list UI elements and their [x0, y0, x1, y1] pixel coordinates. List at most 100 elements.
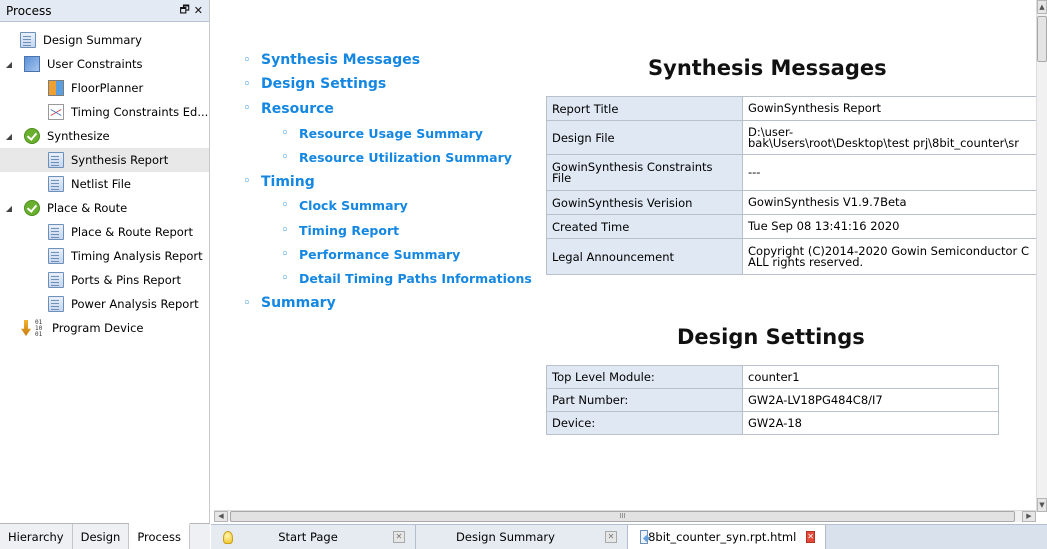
close-tab-icon[interactable]: ✕: [806, 531, 815, 543]
tree-item-label: Power Analysis Report: [71, 297, 199, 311]
report-icon: [48, 152, 64, 168]
tree-item-program-device[interactable]: 01 10 01 Program Device: [0, 316, 209, 340]
table-row: Design File D:\user- bak\Users\root\Desk…: [546, 120, 1036, 155]
table-value: GowinSynthesis Report: [742, 96, 1036, 121]
toc-link-summary[interactable]: Summary: [243, 291, 532, 315]
tree-item-label: Design Summary: [43, 33, 142, 47]
tree-item-power-analysis-report[interactable]: Power Analysis Report: [0, 292, 209, 316]
tree-item-synthesis-report[interactable]: Synthesis Report: [0, 148, 209, 172]
table-key: Top Level Module:: [546, 365, 743, 389]
left-panel-tabs: Hierarchy Design Process: [0, 523, 210, 549]
tab-label: Design Summary: [456, 530, 555, 544]
scroll-right-icon[interactable]: ▶: [1022, 511, 1036, 522]
toc-link-resource-usage-summary[interactable]: Resource Usage Summary: [243, 121, 532, 145]
document-icon: [20, 32, 36, 48]
synthesis-messages-heading: Synthesis Messages: [648, 56, 887, 80]
tree-item-label: Timing Constraints Ed...: [71, 105, 209, 119]
tree-item-design-summary[interactable]: Design Summary: [0, 28, 209, 52]
table-of-contents: Synthesis Messages Design Settings Resou…: [243, 48, 532, 315]
tree-item-netlist-file[interactable]: Netlist File: [0, 172, 209, 196]
tree-item-timing-analysis-report[interactable]: Timing Analysis Report: [0, 244, 209, 268]
tab-synthesis-report-html[interactable]: 8bit_counter_syn.rpt.html ✕: [628, 525, 826, 549]
html-file-icon: [640, 530, 649, 544]
horizontal-scroll-thumb[interactable]: III: [230, 511, 1015, 522]
table-row: Device: GW2A-18: [546, 411, 999, 435]
table-value: D:\user- bak\Users\root\Desktop\test prj…: [742, 120, 1036, 155]
design-settings-table: Top Level Module: counter1 Part Number: …: [546, 365, 999, 435]
table-value: Tue Sep 08 13:41:16 2020: [742, 214, 1036, 239]
float-panel-icon[interactable]: 🗗: [179, 1, 189, 20]
check-icon: [24, 200, 40, 216]
horizontal-scrollbar[interactable]: ◀ III ▶: [214, 510, 1036, 522]
tree-item-label: User Constraints: [47, 57, 143, 71]
toc-link-clock-summary[interactable]: Clock Summary: [243, 194, 532, 218]
tab-start-page[interactable]: Start Page ✕: [211, 525, 416, 549]
table-row: Part Number: GW2A-LV18PG484C8/I7: [546, 388, 999, 412]
table-key: GowinSynthesis Verision: [546, 190, 743, 215]
tree-item-floorplanner[interactable]: FloorPlanner: [0, 76, 209, 100]
table-key: Device:: [546, 411, 743, 435]
expand-arrow-icon[interactable]: ◢: [4, 204, 14, 213]
tree-item-label: Place & Route: [47, 201, 128, 215]
tree-item-label: Ports & Pins Report: [71, 273, 182, 287]
toc-link-detail-timing-paths[interactable]: Detail Timing Paths Informations: [243, 267, 532, 291]
report-icon: [48, 224, 64, 240]
scroll-left-icon[interactable]: ◀: [214, 511, 228, 522]
tab-design[interactable]: Design: [73, 524, 130, 549]
scroll-up-icon[interactable]: ▲: [1037, 0, 1047, 14]
process-panel: Process 🗗 ✕ Design Summary ◢ User Constr…: [0, 0, 210, 549]
tab-label: Start Page: [278, 530, 338, 544]
table-key: Report Title: [546, 96, 743, 121]
design-settings-heading: Design Settings: [677, 325, 865, 349]
tab-hierarchy[interactable]: Hierarchy: [0, 524, 73, 549]
expand-arrow-icon[interactable]: ◢: [4, 132, 14, 141]
check-icon: [24, 128, 40, 144]
table-value: counter1: [742, 365, 999, 389]
floorplanner-icon: [48, 80, 64, 96]
tree-item-label: Program Device: [52, 321, 144, 335]
table-value: ---: [742, 154, 1036, 191]
close-tab-icon[interactable]: ✕: [605, 531, 617, 543]
tree-item-timing-constraints-editor[interactable]: Timing Constraints Ed...: [0, 100, 209, 124]
tree-item-synthesize[interactable]: ◢ Synthesize: [0, 124, 209, 148]
table-key: Legal Announcement: [546, 238, 743, 275]
report-view: Synthesis Messages Design Settings Resou…: [211, 0, 1036, 512]
table-value: Copyright (C)2014-2020 Gowin Semiconduct…: [742, 238, 1036, 275]
report-icon: [48, 272, 64, 288]
toc-link-resource[interactable]: Resource: [243, 97, 532, 121]
timing-constraints-icon: [48, 104, 64, 120]
report-icon: [48, 248, 64, 264]
tree-item-place-route[interactable]: ◢ Place & Route: [0, 196, 209, 220]
vertical-scroll-thumb[interactable]: [1037, 16, 1047, 62]
document-tabs: Start Page ✕ Design Summary ✕ 8bit_count…: [211, 524, 1047, 549]
tree-item-ports-pins-report[interactable]: Ports & Pins Report: [0, 268, 209, 292]
tree-item-label: Netlist File: [71, 177, 131, 191]
program-device-icon: [21, 320, 31, 336]
table-value: GW2A-18: [742, 411, 999, 435]
panel-title: Process: [6, 3, 52, 18]
toc-link-timing[interactable]: Timing: [243, 169, 532, 193]
expand-arrow-icon[interactable]: ◢: [4, 60, 14, 69]
report-icon: [48, 296, 64, 312]
tab-design-summary[interactable]: Design Summary ✕: [416, 525, 628, 549]
close-tab-icon[interactable]: ✕: [393, 531, 405, 543]
table-key: GowinSynthesis Constraints File: [546, 154, 743, 191]
toc-link-timing-report[interactable]: Timing Report: [243, 218, 532, 242]
tab-process[interactable]: Process: [129, 523, 190, 549]
scroll-down-icon[interactable]: ▼: [1037, 498, 1047, 512]
toc-link-synthesis-messages[interactable]: Synthesis Messages: [243, 48, 532, 72]
tree-item-place-route-report[interactable]: Place & Route Report: [0, 220, 209, 244]
process-tree: Design Summary ◢ User Constraints FloorP…: [0, 28, 209, 340]
toc-link-design-settings[interactable]: Design Settings: [243, 72, 532, 96]
tree-item-label: Synthesis Report: [71, 153, 169, 167]
vertical-scrollbar[interactable]: ▲ ▼: [1036, 0, 1047, 512]
table-key: Created Time: [546, 214, 743, 239]
tree-item-user-constraints[interactable]: ◢ User Constraints: [0, 52, 209, 76]
toc-link-performance-summary[interactable]: Performance Summary: [243, 242, 532, 266]
binary-icon: 01 10 01: [35, 319, 43, 338]
tree-item-label: FloorPlanner: [71, 81, 144, 95]
close-panel-icon[interactable]: ✕: [194, 4, 203, 17]
tab-label: 8bit_counter_syn.rpt.html: [648, 530, 797, 544]
tree-item-label: Timing Analysis Report: [71, 249, 203, 263]
toc-link-resource-utilization-summary[interactable]: Resource Utilization Summary: [243, 145, 532, 169]
